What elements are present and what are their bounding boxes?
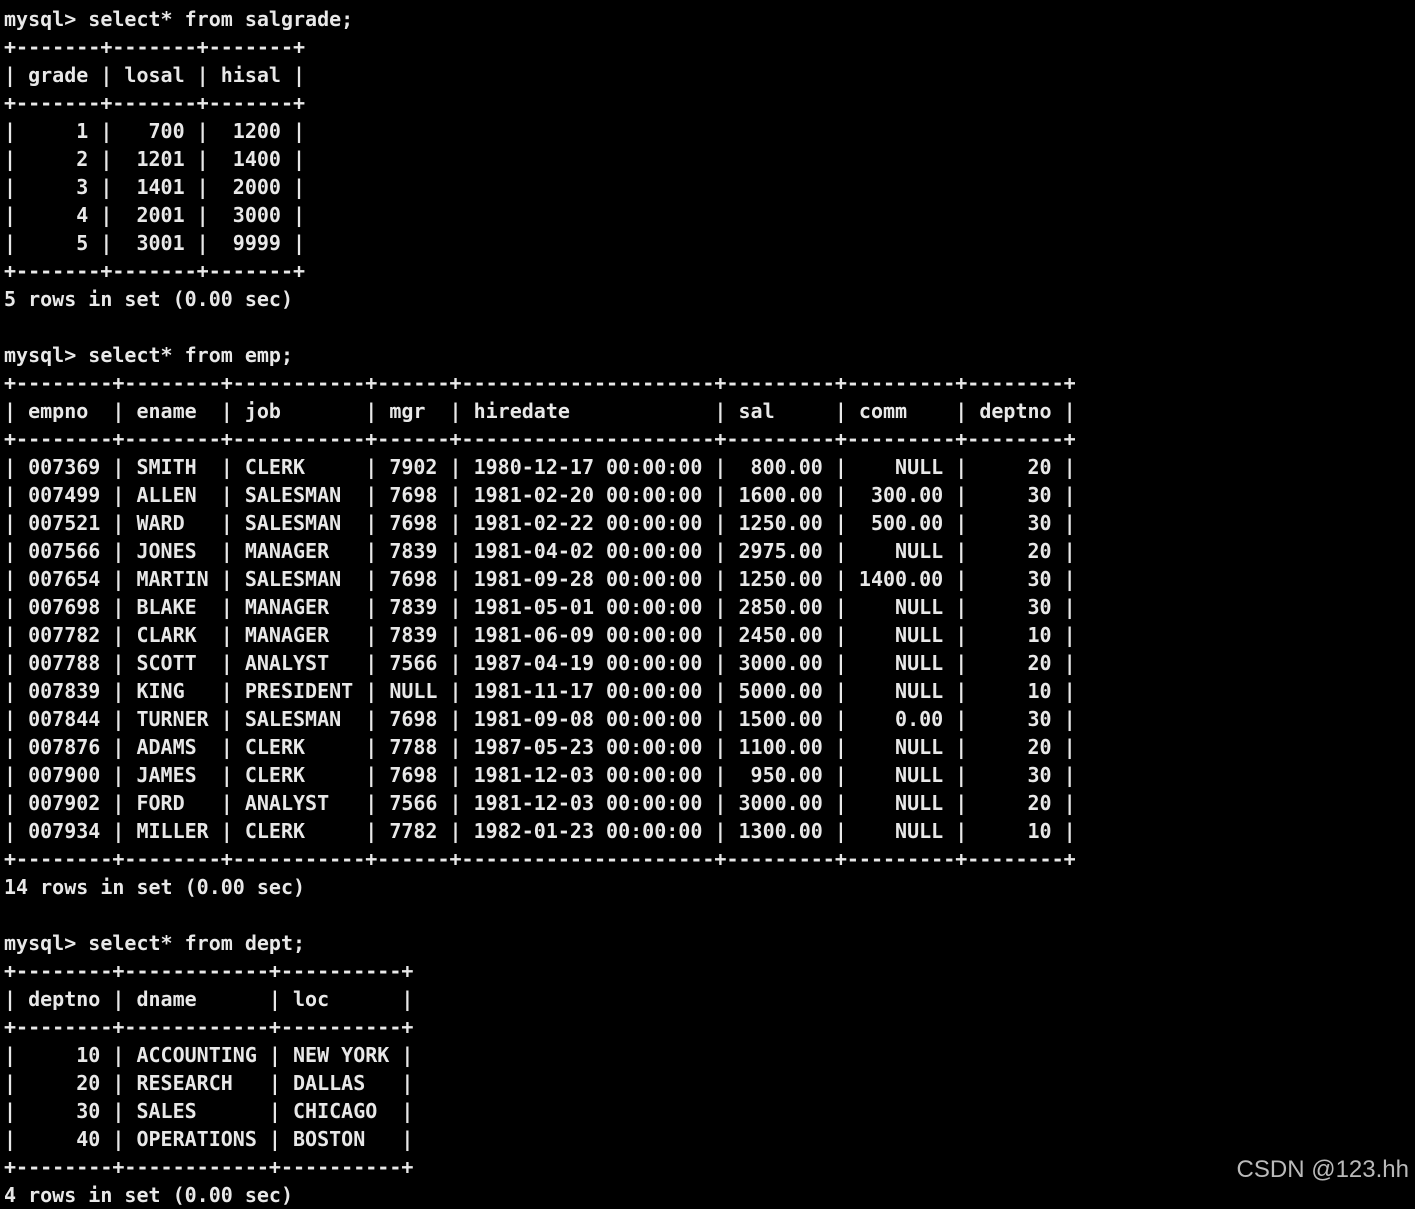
table-row: | 007782 | CLARK | MANAGER | 7839 | 1981… <box>4 623 1076 647</box>
table-row: | 007900 | JAMES | CLERK | 7698 | 1981-1… <box>4 763 1076 787</box>
table-row: | 007844 | TURNER | SALESMAN | 7698 | 19… <box>4 707 1076 731</box>
table-border: +--------+------------+----------+ <box>4 1155 414 1179</box>
command-line: mysql> select* from dept; <box>4 931 306 955</box>
table-border: +--------+------------+----------+ <box>4 959 414 983</box>
table-row: | 007788 | SCOTT | ANALYST | 7566 | 1987… <box>4 651 1076 675</box>
table-row: | 40 | OPERATIONS | BOSTON | <box>4 1127 414 1151</box>
command-line: mysql> select* from emp; <box>4 343 293 367</box>
table-row: | 007369 | SMITH | CLERK | 7902 | 1980-1… <box>4 455 1076 479</box>
table-row: | 4 | 2001 | 3000 | <box>4 203 306 227</box>
table-row: | 2 | 1201 | 1400 | <box>4 147 306 171</box>
table-row: | 10 | ACCOUNTING | NEW YORK | <box>4 1043 414 1067</box>
table-border: +--------+--------+-----------+------+--… <box>4 427 1076 451</box>
table-row: | 007934 | MILLER | CLERK | 7782 | 1982-… <box>4 819 1076 843</box>
csdn-watermark: CSDN @123.hh <box>1236 1156 1409 1183</box>
table-row: | 007839 | KING | PRESIDENT | NULL | 198… <box>4 679 1076 703</box>
result-summary: 14 rows in set (0.00 sec) <box>4 875 306 899</box>
table-row: | 007566 | JONES | MANAGER | 7839 | 1981… <box>4 539 1076 563</box>
table-row: | 3 | 1401 | 2000 | <box>4 175 306 199</box>
terminal-output[interactable]: mysql> select* from salgrade; +-------+--… <box>4 5 1076 1209</box>
table-row: | 20 | RESEARCH | DALLAS | <box>4 1071 414 1095</box>
table-row: | deptno | dname | loc | <box>4 987 414 1011</box>
result-summary: 4 rows in set (0.00 sec) <box>4 1183 293 1207</box>
table-border: +--------+------------+----------+ <box>4 1015 414 1039</box>
table-border: +--------+--------+-----------+------+--… <box>4 371 1076 395</box>
result-summary: 5 rows in set (0.00 sec) <box>4 287 293 311</box>
table-border: +--------+--------+-----------+------+--… <box>4 847 1076 871</box>
table-row: | 1 | 700 | 1200 | <box>4 119 306 143</box>
table-row: | 007521 | WARD | SALESMAN | 7698 | 1981… <box>4 511 1076 535</box>
table-row: | 30 | SALES | CHICAGO | <box>4 1099 414 1123</box>
command-line: mysql> select* from salgrade; <box>4 7 354 31</box>
table-border: +-------+-------+-------+ <box>4 91 306 115</box>
table-row: | grade | losal | hisal | <box>4 63 306 87</box>
table-border: +-------+-------+-------+ <box>4 35 306 59</box>
table-row: | 007499 | ALLEN | SALESMAN | 7698 | 198… <box>4 483 1076 507</box>
table-row: | 5 | 3001 | 9999 | <box>4 231 306 255</box>
table-border: +-------+-------+-------+ <box>4 259 306 283</box>
table-row: | 007902 | FORD | ANALYST | 7566 | 1981-… <box>4 791 1076 815</box>
table-row: | empno | ename | job | mgr | hiredate |… <box>4 399 1076 423</box>
table-row: | 007876 | ADAMS | CLERK | 7788 | 1987-0… <box>4 735 1076 759</box>
table-row: | 007654 | MARTIN | SALESMAN | 7698 | 19… <box>4 567 1076 591</box>
table-row: | 007698 | BLAKE | MANAGER | 7839 | 1981… <box>4 595 1076 619</box>
